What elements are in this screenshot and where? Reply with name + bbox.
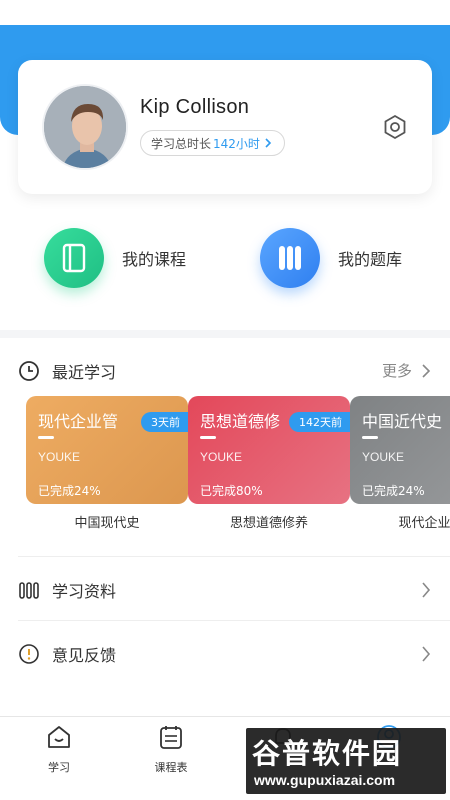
feedback-icon bbox=[19, 644, 39, 664]
menu-item-label: 意见反馈 bbox=[52, 646, 117, 665]
course-cover: 思想道德修 142天前 YOUKE 已完成80% bbox=[188, 396, 350, 504]
chevron-right-icon bbox=[422, 646, 431, 662]
course-cover-bar bbox=[362, 436, 378, 439]
course-progress: 已完成80% bbox=[200, 484, 263, 498]
course-progress: 已完成24% bbox=[362, 484, 425, 498]
course-brand: YOUKE bbox=[200, 450, 243, 464]
course-cover-bar bbox=[38, 436, 54, 439]
menu-item-label: 学习资料 bbox=[52, 582, 117, 601]
watermark-title: 谷普软件园 bbox=[252, 737, 403, 770]
avatar[interactable] bbox=[42, 84, 128, 170]
course-card[interactable]: 中国近代史 YOUKE 已完成24% 现代企业管 bbox=[350, 396, 450, 531]
watermark: 谷普软件园 www.gupuxiazai.com bbox=[246, 728, 446, 794]
calendar-icon bbox=[160, 726, 182, 749]
settings-icon[interactable] bbox=[382, 114, 408, 140]
course-cover-title: 思想道德修 bbox=[200, 412, 281, 431]
section-divider bbox=[0, 330, 450, 338]
course-brand: YOUKE bbox=[362, 450, 405, 464]
watermark-url: www.gupuxiazai.com bbox=[254, 772, 396, 788]
course-name: 中国现代史 bbox=[74, 516, 140, 531]
course-cover-bar bbox=[200, 436, 216, 439]
tab-label: 课程表 bbox=[154, 761, 188, 774]
course-card[interactable]: 现代企业管 3天前 YOUKE 已完成24% 中国现代史 bbox=[26, 396, 188, 531]
study-duration-label: 学习总时长 bbox=[151, 136, 212, 151]
recent-courses-list: 现代企业管 3天前 YOUKE 已完成24% 中国现代史 思想道德修 142天前… bbox=[0, 396, 450, 546]
course-cover: 现代企业管 3天前 YOUKE 已完成24% bbox=[26, 396, 188, 504]
my-question-bank-button[interactable]: 我的题库 bbox=[260, 228, 402, 288]
study-duration-pill[interactable]: 学习总时长 142小时 bbox=[140, 130, 285, 156]
more-link[interactable]: 更多 bbox=[382, 360, 432, 381]
course-progress: 已完成24% bbox=[38, 484, 101, 498]
study-duration-value: 142小时 bbox=[213, 136, 260, 151]
menu-item-study-materials[interactable]: 学习资料 bbox=[18, 570, 432, 610]
tab-label: 学习 bbox=[48, 761, 70, 774]
books-icon bbox=[19, 582, 39, 599]
user-name: Kip Collison bbox=[140, 96, 250, 118]
chevron-right-icon bbox=[422, 363, 431, 378]
question-bank-icon bbox=[260, 228, 320, 288]
more-label: 更多 bbox=[381, 362, 412, 380]
my-courses-button[interactable]: 我的课程 bbox=[44, 228, 186, 288]
home-icon bbox=[48, 726, 70, 748]
chevron-right-icon bbox=[265, 138, 272, 148]
quick-actions: 我的课程 我的题库 bbox=[0, 228, 450, 292]
divider bbox=[18, 556, 450, 557]
recent-title: 最近学习 bbox=[52, 363, 117, 382]
tab-schedule[interactable]: 课程表 bbox=[136, 723, 206, 775]
course-cover-title: 现代企业管 bbox=[38, 412, 119, 431]
clock-icon bbox=[19, 361, 39, 381]
divider bbox=[18, 620, 450, 621]
book-icon bbox=[44, 228, 104, 288]
my-question-bank-label: 我的题库 bbox=[338, 250, 403, 269]
course-cover: 中国近代史 YOUKE 已完成24% bbox=[350, 396, 450, 504]
tab-study[interactable]: 学习 bbox=[24, 723, 94, 775]
course-brand: YOUKE bbox=[38, 450, 81, 464]
course-card[interactable]: 思想道德修 142天前 YOUKE 已完成80% 思想道德修养 bbox=[188, 396, 350, 531]
my-courses-label: 我的课程 bbox=[122, 250, 187, 269]
recent-section-header: 最近学习 更多 bbox=[18, 358, 432, 384]
course-cover-title: 中国近代史 bbox=[362, 412, 443, 431]
menu-item-feedback[interactable]: 意见反馈 bbox=[18, 634, 432, 674]
course-badge: 142天前 bbox=[289, 412, 350, 432]
profile-card: Kip Collison 学习总时长 142小时 bbox=[18, 60, 432, 194]
course-name: 思想道德修养 bbox=[229, 516, 308, 531]
course-badge: 3天前 bbox=[141, 412, 188, 432]
chevron-right-icon bbox=[422, 582, 431, 598]
course-name: 现代企业管 bbox=[398, 516, 450, 531]
